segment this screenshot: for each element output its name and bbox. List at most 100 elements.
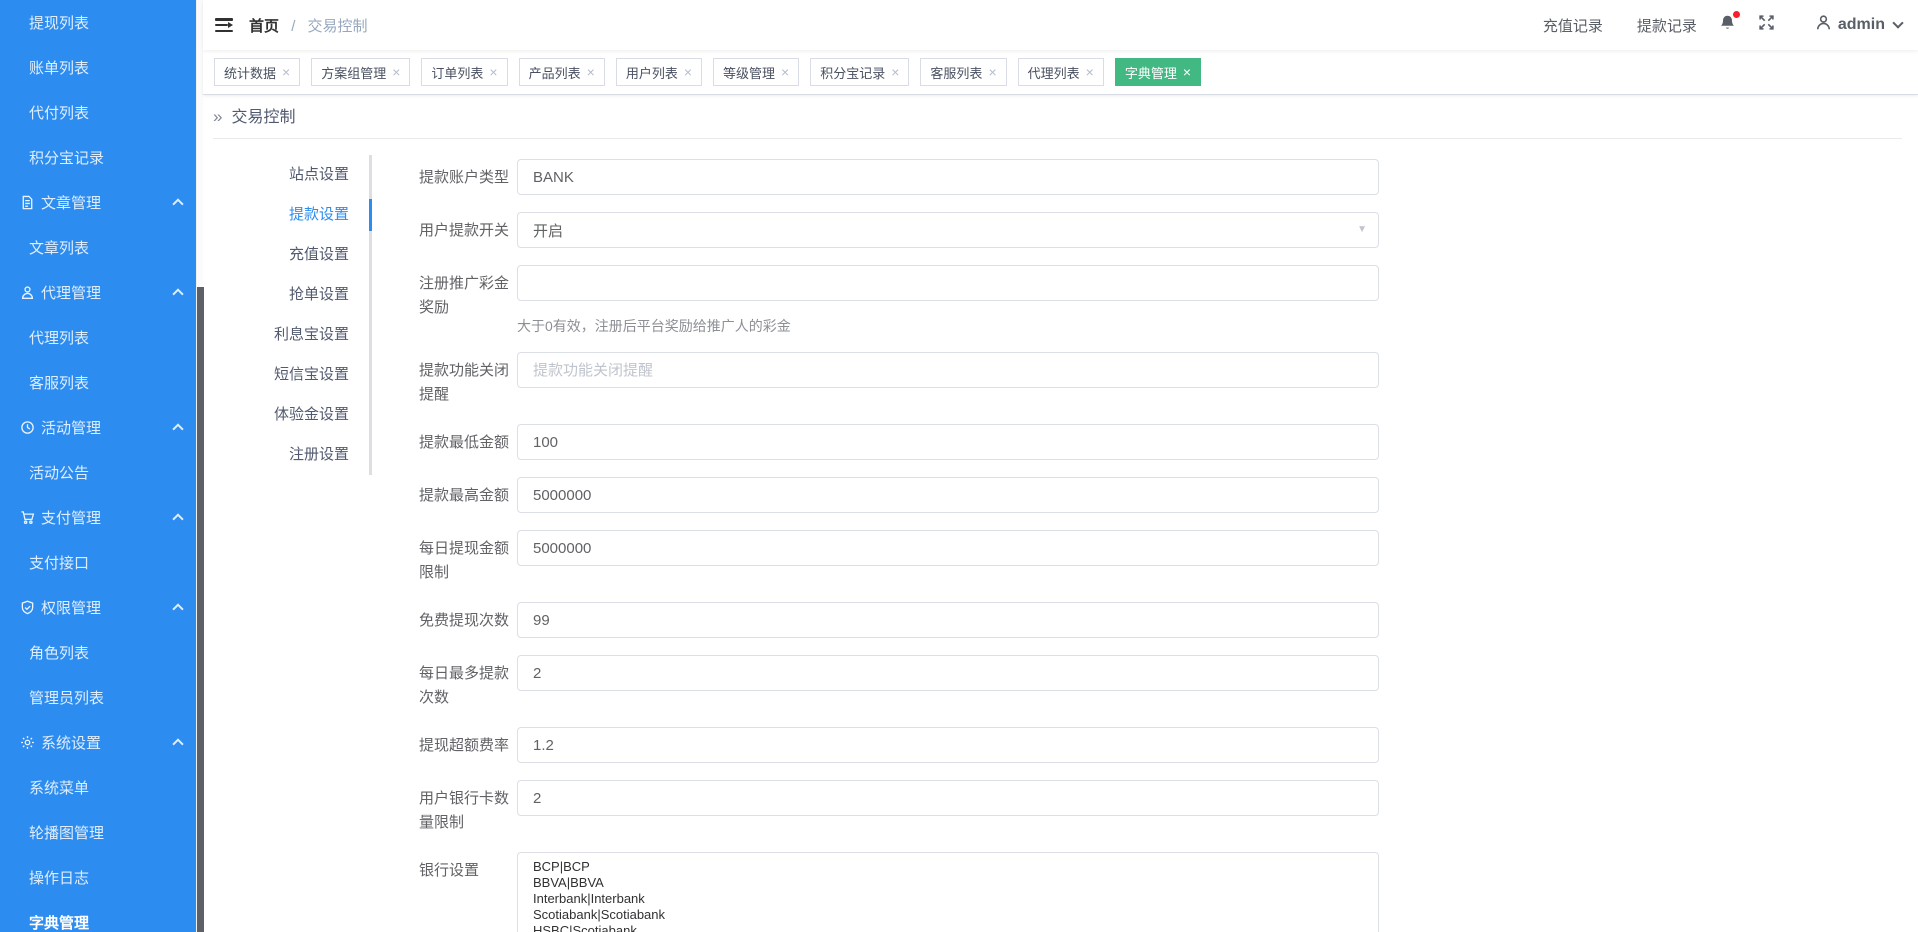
sidebar-item[interactable]: 积分宝记录 [0,135,196,180]
sidebar-item[interactable]: 轮播图管理 [0,810,196,855]
tab-积分宝记录[interactable]: 积分宝记录× [810,58,909,86]
close-icon[interactable]: × [684,65,692,79]
sidebar-section[interactable]: 文章管理 [0,180,196,225]
sidebar-section[interactable]: 活动管理 [0,405,196,450]
breadcrumb-home[interactable]: 首页 [249,18,279,35]
tab-代理列表[interactable]: 代理列表× [1018,58,1104,86]
chevron-up-icon [172,198,183,209]
form-label: 提款功能关闭提醒 [419,352,517,407]
fullscreen-button[interactable] [1758,14,1775,36]
subnav-item[interactable]: 抢单设置 [213,275,369,315]
subnav-item[interactable]: 短信宝设置 [213,355,369,395]
text-input[interactable] [517,780,1379,816]
form-label: 每日最多提款次数 [419,655,517,710]
bank-settings-textarea[interactable] [517,852,1379,932]
close-icon[interactable]: × [988,65,996,79]
form-label: 免费提现次数 [419,602,517,638]
sidebar-item[interactable]: 角色列表 [0,630,196,675]
subnav-item[interactable]: 利息宝设置 [213,315,369,355]
text-input[interactable] [517,477,1379,513]
chevron-up-icon [172,513,183,524]
subnav-item[interactable]: 注册设置 [213,435,369,475]
sidebar-item-label: 角色列表 [29,642,89,663]
tab-label: 统计数据 [224,63,276,82]
navbar-actions: 充值记录 提款记录 admin [1543,14,1902,36]
notification-button[interactable] [1719,14,1736,36]
sidebar-item-label: 代付列表 [29,102,89,123]
close-icon[interactable]: × [392,65,400,79]
text-input[interactable] [517,265,1379,301]
close-icon[interactable]: × [781,65,789,79]
text-input[interactable] [517,727,1379,763]
sidebar-item[interactable]: 代付列表 [0,90,196,135]
subnav-item[interactable]: 充值设置 [213,235,369,275]
text-input[interactable] [517,352,1379,388]
sidebar-section[interactable]: 权限管理 [0,585,196,630]
form-field: ▼ [517,212,1379,248]
form-row: 提款账户类型 [419,159,1379,195]
tab-等级管理[interactable]: 等级管理× [713,58,799,86]
text-input[interactable] [517,159,1379,195]
tab-客服列表[interactable]: 客服列表× [920,58,1006,86]
sidebar-item[interactable]: 客服列表 [0,360,196,405]
subnav-item[interactable]: 体验金设置 [213,395,369,435]
sidebar-item[interactable]: 管理员列表 [0,675,196,720]
sidebar-item[interactable]: 账单列表 [0,45,196,90]
sidebar-item[interactable]: 字典管理 [0,900,196,932]
close-icon[interactable]: × [587,65,595,79]
form-row: 免费提现次数 [419,602,1379,638]
sidebar-item[interactable]: 提现列表 [0,0,196,45]
double-chevron-icon: » [213,107,222,126]
sidebar-item[interactable]: 系统菜单 [0,765,196,810]
form-field [517,602,1379,638]
sidebar-item-label: 字典管理 [29,912,89,932]
tab-label: 方案组管理 [321,63,386,82]
tab-方案组管理[interactable]: 方案组管理 × [311,58,410,86]
sidebar-item-label: 文章管理 [41,192,101,213]
form-field [517,530,1379,585]
tab-订单列表[interactable]: 订单列表× [421,58,507,86]
sidebar-item-label: 操作日志 [29,867,89,888]
close-icon[interactable]: × [1086,65,1094,79]
sidebar-item-label: 轮播图管理 [29,822,104,843]
sidebar-section[interactable]: 系统设置 [0,720,196,765]
sidebar-section[interactable]: 代理管理 [0,270,196,315]
user-menu[interactable]: admin [1815,14,1902,36]
form-field [517,852,1379,932]
sidebar-item[interactable]: 操作日志 [0,855,196,900]
close-icon[interactable]: × [891,65,899,79]
chevron-up-icon [172,423,183,434]
tab-产品列表[interactable]: 产品列表× [519,58,605,86]
withdraw-records-link[interactable]: 提款记录 [1637,15,1697,36]
settings-panel: 站点设置提款设置充值设置抢单设置利息宝设置短信宝设置体验金设置注册设置 提款账户… [213,139,1902,932]
sidebar-item[interactable]: 支付接口 [0,540,196,585]
sidebar-item[interactable]: 活动公告 [0,450,196,495]
sidebar-section[interactable]: 支付管理 [0,495,196,540]
recharge-records-link[interactable]: 充值记录 [1543,15,1603,36]
subnav-item[interactable]: 提款设置 [213,195,369,235]
tab-统计数据[interactable]: 统计数据 × [214,58,300,86]
sidebar-scrollbar[interactable] [196,0,203,932]
sidebar-item-label: 代理列表 [29,327,89,348]
subnav-item[interactable]: 站点设置 [213,155,369,195]
select-input[interactable] [517,212,1379,248]
close-icon[interactable]: × [1183,65,1191,79]
sidebar-item[interactable]: 代理列表 [0,315,196,360]
hamburger-icon[interactable] [215,18,233,32]
sidebar-item-label: 账单列表 [29,57,89,78]
text-input[interactable] [517,655,1379,691]
close-icon[interactable]: × [489,65,497,79]
tab-用户列表[interactable]: 用户列表× [616,58,702,86]
form-label: 银行设置 [419,852,517,932]
sidebar-scrollbar-thumb[interactable] [197,287,204,932]
text-input[interactable] [517,530,1379,566]
close-icon[interactable]: × [282,65,290,79]
sidebar-menu: 提现列表账单列表代付列表积分宝记录 文章管理文章列表 代理管理代理列表客服列表 … [0,0,196,932]
sidebar-item[interactable]: 文章列表 [0,225,196,270]
text-input[interactable] [517,424,1379,460]
form-field [517,159,1379,195]
bell-icon [1719,14,1736,36]
text-input[interactable] [517,602,1379,638]
form-row: 提款最高金额 [419,477,1379,513]
tab-字典管理[interactable]: 字典管理× [1115,58,1201,86]
